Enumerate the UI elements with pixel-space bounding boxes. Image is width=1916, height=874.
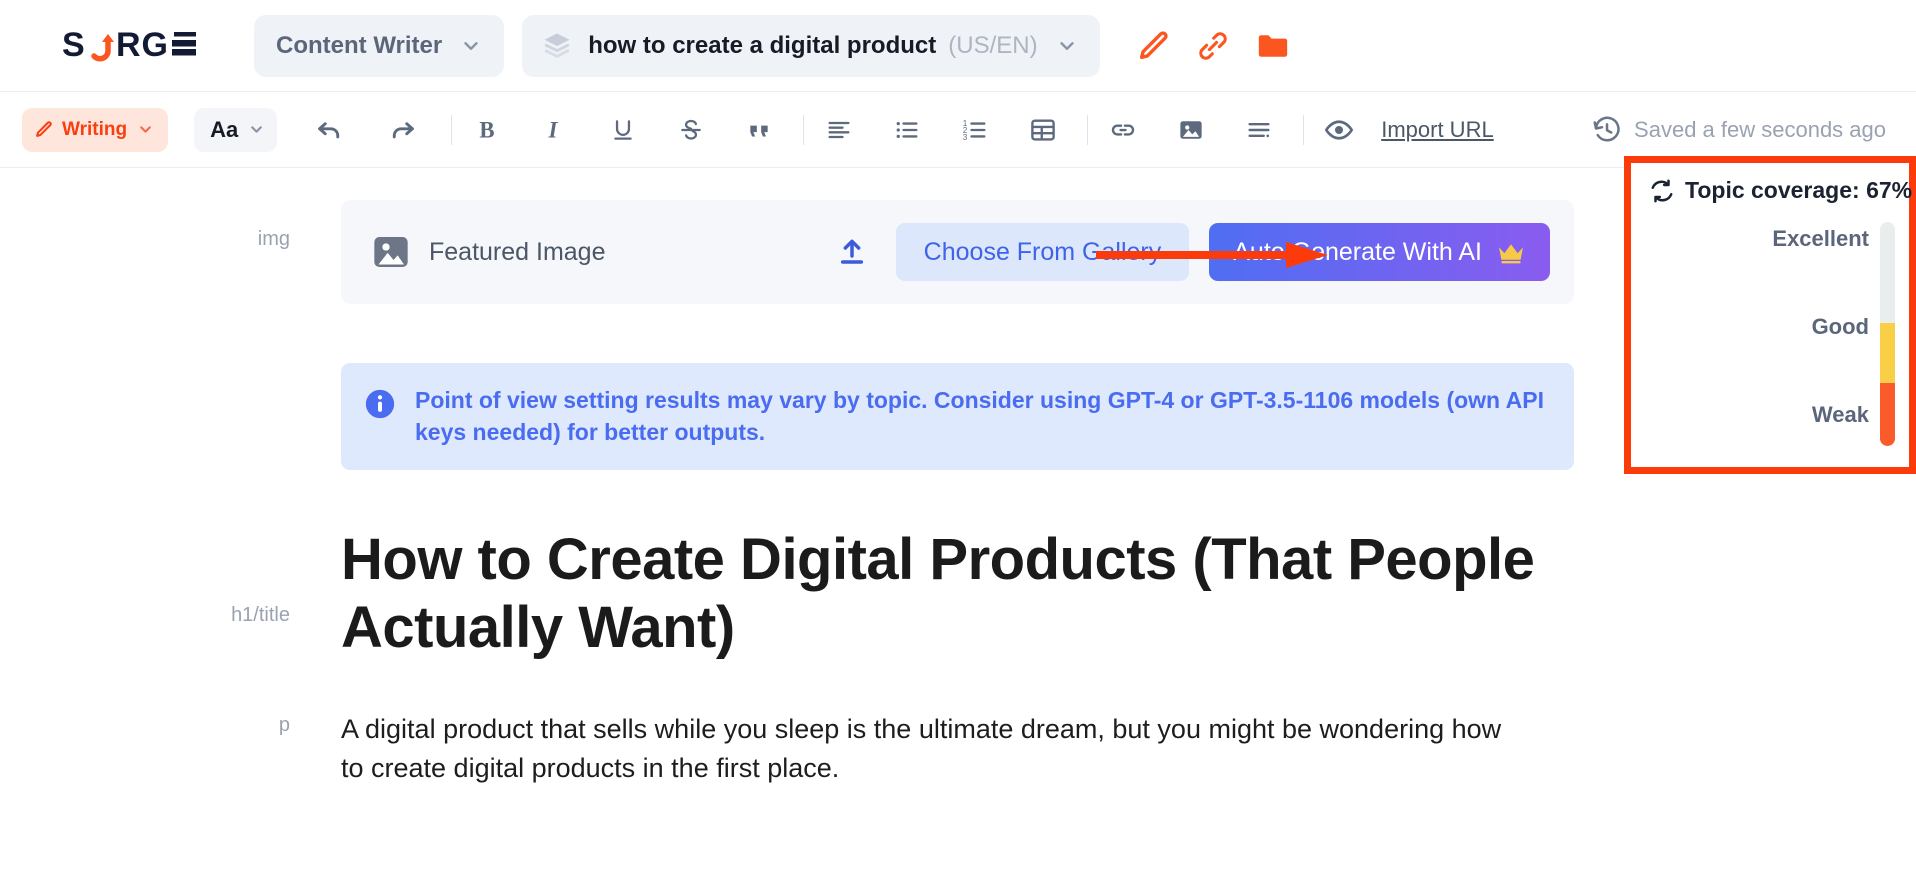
chevron-down-icon: [1059, 41, 1074, 50]
toolbar-divider: [1087, 114, 1089, 145]
undo-button[interactable]: [303, 104, 355, 156]
preview-button[interactable]: [1313, 104, 1365, 156]
image-icon: [1180, 120, 1202, 139]
folder-icon[interactable]: [1256, 29, 1290, 63]
numbered-list-icon: 1 2 3: [963, 118, 986, 141]
crown-icon: [1499, 244, 1523, 264]
article-heading[interactable]: How to Create Digital Products (That Peo…: [341, 526, 1541, 662]
redo-button[interactable]: [377, 104, 429, 156]
gauge-segment-excellent: [1880, 222, 1895, 323]
svg-text:RG: RG: [116, 26, 169, 64]
info-notice: Point of view setting results may vary b…: [341, 363, 1574, 471]
coverage-gauge: Excellent Good Weak: [1631, 214, 1909, 464]
edit-pencil-icon[interactable]: [1136, 29, 1170, 63]
featured-image-label: Featured Image: [429, 237, 606, 266]
strikethrough-icon: [681, 119, 702, 140]
mode-selector[interactable]: Content Writer: [254, 14, 505, 77]
document-selector[interactable]: how to create a digital product (US/EN): [522, 14, 1100, 77]
gauge-label-weak: Weak: [1811, 402, 1869, 427]
italic-button[interactable]: I: [529, 104, 581, 156]
featured-image-block: Featured Image Choose From Gallery Auto …: [341, 200, 1574, 304]
gauge-label-excellent: Excellent: [1772, 226, 1869, 251]
toolbar-divider: [1303, 114, 1305, 145]
layers-stack-icon: [544, 33, 570, 58]
blockquote-button[interactable]: [733, 104, 785, 156]
coverage-gauge-bar: [1880, 222, 1895, 446]
gauge-segment-weak: [1880, 383, 1895, 446]
table-icon: [1031, 118, 1056, 141]
insert-controls: [1097, 104, 1285, 156]
mode-selector-label: Content Writer: [276, 31, 443, 59]
image-placeholder-icon: [374, 237, 408, 267]
text-format-controls: B I: [461, 104, 785, 156]
block-format-controls: 1 2 3: [813, 104, 1069, 156]
topic-coverage-panel: Topic coverage: 67% Excellent Good Weak: [1624, 156, 1916, 474]
link-icon: [1112, 123, 1135, 136]
gauge-segment-good: [1880, 322, 1895, 384]
info-circle-icon: [365, 389, 395, 419]
top-bar: S RG Content Writer how to create a digi…: [0, 0, 1916, 92]
history-controls: [303, 104, 429, 156]
svg-text:3: 3: [963, 132, 968, 141]
eye-preview-icon: [1325, 119, 1354, 140]
link-attachment-icon[interactable]: [1196, 29, 1230, 63]
gauge-label-good: Good: [1811, 314, 1869, 339]
numbered-list-button[interactable]: 1 2 3: [949, 104, 1001, 156]
toolbar-divider: [803, 114, 805, 145]
bullet-list-icon: [896, 121, 918, 138]
gutter-label-p: p: [278, 714, 290, 736]
annotation-arrow: [1096, 242, 1328, 268]
featured-image-info: Featured Image: [371, 232, 606, 272]
document-title: how to create a digital product: [588, 31, 937, 59]
gutter-label-h1: h1/title: [231, 604, 290, 626]
bold-button[interactable]: B: [461, 104, 513, 156]
pencil-icon: [36, 121, 52, 137]
history-clock-icon: [1593, 116, 1620, 142]
writing-mode-button[interactable]: Writing: [22, 107, 169, 152]
bullet-list-button[interactable]: [881, 104, 933, 156]
svg-text:B: B: [480, 117, 495, 142]
svg-text:S: S: [62, 26, 86, 64]
svg-text:I: I: [548, 117, 559, 142]
underline-icon: [614, 119, 632, 140]
import-url-link[interactable]: Import URL: [1381, 117, 1493, 143]
topbar-actions: [1136, 29, 1290, 63]
underline-button[interactable]: [597, 104, 649, 156]
redo-icon: [393, 121, 415, 138]
saved-status: Saved a few seconds ago: [1592, 115, 1900, 145]
table-button[interactable]: [1017, 104, 1069, 156]
insert-image-button[interactable]: [1165, 104, 1217, 156]
font-style-button[interactable]: Aa: [194, 107, 278, 152]
chevron-down-icon: [464, 41, 478, 50]
blockquote-icon: [750, 125, 768, 136]
bold-icon: B: [480, 117, 495, 142]
topic-coverage-header: Topic coverage: 67%: [1631, 163, 1913, 204]
document-locale: (US/EN): [948, 31, 1038, 59]
undo-icon: [318, 121, 340, 138]
align-left-button[interactable]: [813, 104, 865, 156]
paragraph-options-icon: [1248, 122, 1270, 137]
align-left-icon: [828, 121, 850, 138]
chevron-down-icon: [251, 126, 263, 133]
info-notice-text: Point of view setting results may vary b…: [415, 387, 1544, 445]
surge-logo[interactable]: S RG: [62, 26, 202, 66]
toolbar-divider: [451, 114, 453, 145]
article-paragraph[interactable]: A digital product that sells while you s…: [341, 710, 1531, 788]
strikethrough-button[interactable]: [665, 104, 717, 156]
chevron-down-icon: [140, 126, 151, 133]
insert-link-button[interactable]: [1097, 104, 1149, 156]
refresh-icon[interactable]: [1649, 178, 1675, 204]
writing-mode-label: Writing: [62, 118, 128, 140]
italic-icon: I: [548, 117, 559, 142]
editor-canvas: img h1/title p Featured Image Choose Fro…: [0, 156, 1916, 874]
topic-coverage-title: Topic coverage: 67%: [1685, 177, 1913, 203]
app-window: S RG Content Writer how to create a digi…: [0, 0, 1916, 874]
paragraph-options-button[interactable]: [1233, 104, 1285, 156]
font-style-label: Aa: [210, 116, 239, 142]
saved-status-text: Saved a few seconds ago: [1634, 116, 1886, 142]
upload-icon[interactable]: [836, 236, 868, 268]
gutter-label-img: img: [257, 228, 290, 250]
